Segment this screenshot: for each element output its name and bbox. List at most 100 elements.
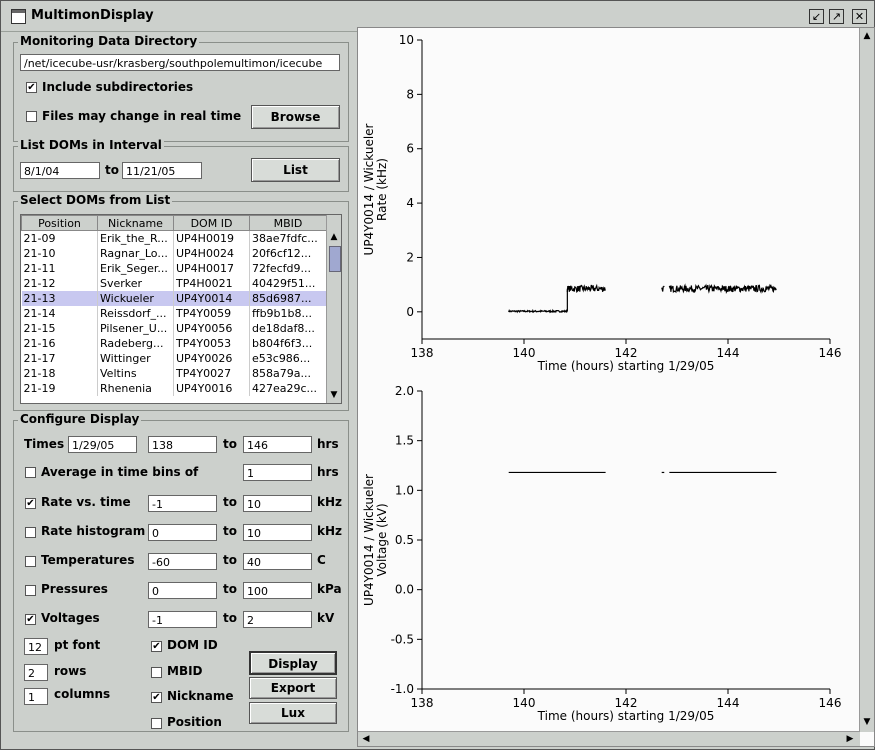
table-cell: UP4Y0056	[173, 321, 250, 336]
rate-vs-time-label: Rate vs. time	[41, 495, 131, 509]
voltages-checkbox[interactable]: ✔	[25, 614, 36, 625]
list-interval-group: List DOMs in Interval 8/1/04 to 11/21/05…	[13, 138, 349, 192]
show-mbid-checkbox[interactable]	[151, 667, 162, 678]
voltages-min-input[interactable]: -1	[148, 611, 217, 628]
plot-horizontal-scrollbar[interactable]: ◀ ▶	[358, 731, 860, 746]
pressures-max-input[interactable]: 100	[243, 582, 312, 599]
temperatures-min-input[interactable]: -60	[148, 553, 217, 570]
show-domid-checkbox[interactable]: ✔	[151, 641, 162, 652]
rate-vs-time-checkbox[interactable]: ✔	[25, 498, 36, 509]
include-subdirs-checkbox[interactable]: ✔	[26, 82, 37, 93]
average-checkbox[interactable]	[25, 467, 36, 478]
table-cell: Wittinger	[97, 351, 174, 366]
directory-input[interactable]: /net/icecube-usr/krasberg/southpolemulti…	[20, 54, 340, 71]
rate-histogram-min-input[interactable]: 0	[148, 524, 217, 541]
list-button[interactable]: List	[251, 158, 340, 182]
table-row[interactable]: 21-14 Reissdorf_... TP4Y0059 ffb9b1b8...	[21, 306, 327, 321]
rate-histogram-max-input[interactable]: 10	[243, 524, 312, 541]
list-from-input[interactable]: 8/1/04	[20, 162, 100, 179]
table-cell: 85d6987...	[249, 291, 327, 306]
y-tick-label: 2.0	[395, 384, 414, 398]
times-date-input[interactable]: 1/29/05	[68, 436, 137, 453]
rate-vs-time-max-input[interactable]: 10	[243, 495, 312, 512]
table-cell: 21-19	[21, 381, 98, 396]
window-title: MultimonDisplay	[31, 8, 154, 23]
window-icon	[11, 9, 26, 24]
rate-histogram-unit-label: kHz	[317, 524, 343, 538]
table-cell: 21-12	[21, 276, 98, 291]
temperatures-unit-label: C	[317, 553, 326, 567]
column-header[interactable]: DOM ID	[173, 215, 250, 231]
rate-vs-time-unit-label: kHz	[317, 495, 343, 509]
y-tick-label: 1.5	[395, 434, 414, 448]
voltages-max-input[interactable]: 2	[243, 611, 312, 628]
times-to-input[interactable]: 146	[243, 436, 312, 453]
plot-scroll-right-icon[interactable]: ▶	[844, 733, 856, 745]
table-row[interactable]: 21-19 Rhenenia UP4Y0016 427ea29c...	[21, 381, 327, 396]
lux-button[interactable]: Lux	[249, 702, 337, 724]
temperatures-max-input[interactable]: 40	[243, 553, 312, 570]
times-to-label: to	[223, 437, 237, 451]
series-line	[508, 308, 568, 314]
table-cell: ffb9b1b8...	[249, 306, 327, 321]
table-row[interactable]: 21-11 Erik_Seger... UP4H0017 72fecfd9...	[21, 261, 327, 276]
table-row[interactable]: 21-12 Sverker TP4H0021 40429f51...	[21, 276, 327, 291]
display-button[interactable]: Display	[249, 651, 337, 675]
rate-histogram-checkbox[interactable]	[25, 527, 36, 538]
table-row[interactable]: 21-15 Pilsener_U... UP4Y0056 de18daf8...	[21, 321, 327, 336]
table-row[interactable]: 21-18 Veltins TP4Y0027 858a79a...	[21, 366, 327, 381]
show-mbid-label: MBID	[167, 664, 203, 678]
x-axis-label: Time (hours) starting 1/29/05	[537, 359, 715, 373]
y-tick-label: 1.0	[395, 483, 414, 497]
y-tick-label: 0	[406, 305, 414, 319]
table-cell: TP4H0021	[173, 276, 250, 291]
files-change-checkbox[interactable]	[26, 111, 37, 122]
table-cell: 21-10	[21, 246, 98, 261]
table-row[interactable]: 21-17 Wittinger UP4Y0026 e53c986...	[21, 351, 327, 366]
pressures-checkbox[interactable]	[25, 585, 36, 596]
average-input[interactable]: 1	[243, 464, 312, 481]
scroll-down-icon[interactable]: ▼	[328, 389, 340, 401]
list-to-input[interactable]: 11/21/05	[122, 162, 202, 179]
temperatures-checkbox[interactable]	[25, 556, 36, 567]
table-row[interactable]: 21-13 Wickueler UP4Y0014 85d6987...	[21, 291, 327, 306]
plot-vertical-scrollbar[interactable]: ▲ ▼	[859, 28, 874, 732]
plot-panel: 0 2 4 6 8 10 138 140 142 144 146 Time (hours) start…	[357, 27, 875, 747]
table-cell: Erik_the_R...	[97, 230, 174, 246]
column-header[interactable]: Nickname	[97, 215, 174, 231]
scroll-up-icon[interactable]: ▲	[328, 231, 340, 243]
temperatures-label: Temperatures	[41, 553, 135, 567]
close-icon[interactable]: ✕	[852, 9, 867, 24]
table-row[interactable]: 21-10 Ragnar_Lo... UP4H0024 20f6cf12...	[21, 246, 327, 261]
show-position-checkbox[interactable]	[151, 718, 162, 729]
times-from-input[interactable]: 138	[148, 436, 217, 453]
columns-input[interactable]: 1	[24, 688, 48, 705]
table-row[interactable]: 21-09 Erik_the_R... UP4H0019 38ae7fdfc...	[21, 230, 327, 246]
plot-scroll-left-icon[interactable]: ◀	[360, 733, 372, 745]
dom-table-scrollbar[interactable]: ▲ ▼	[326, 215, 341, 403]
maximize-icon[interactable]: ↗	[829, 9, 844, 24]
export-button[interactable]: Export	[249, 677, 337, 699]
plot-scroll-up-icon[interactable]: ▲	[861, 30, 873, 42]
minimize-icon[interactable]: ↙	[809, 9, 824, 24]
x-tick-label: 146	[819, 696, 842, 710]
table-cell: Rhenenia	[97, 381, 174, 396]
temperatures-to-label: to	[223, 553, 237, 567]
dom-table-scroll-thumb[interactable]	[329, 246, 341, 272]
show-nickname-checkbox[interactable]: ✔	[151, 692, 162, 703]
table-row[interactable]: 21-16 Radeberg... TP4Y0053 b804f6f3...	[21, 336, 327, 351]
y-tick-label: 2	[406, 250, 414, 264]
browse-button[interactable]: Browse	[251, 105, 340, 129]
rows-input[interactable]: 2	[24, 664, 48, 681]
plot-scroll-down-icon[interactable]: ▼	[861, 716, 873, 728]
series-line	[661, 285, 665, 292]
table-cell: de18daf8...	[249, 321, 327, 336]
times-label: Times	[24, 437, 65, 451]
column-header[interactable]: Position	[21, 215, 98, 231]
pressures-min-input[interactable]: 0	[148, 582, 217, 599]
table-cell: 21-14	[21, 306, 98, 321]
column-header[interactable]: MBID	[249, 215, 327, 231]
rate-vs-time-min-input[interactable]: -1	[148, 495, 217, 512]
table-cell: UP4Y0026	[173, 351, 250, 366]
font-size-input[interactable]: 12	[24, 638, 48, 655]
